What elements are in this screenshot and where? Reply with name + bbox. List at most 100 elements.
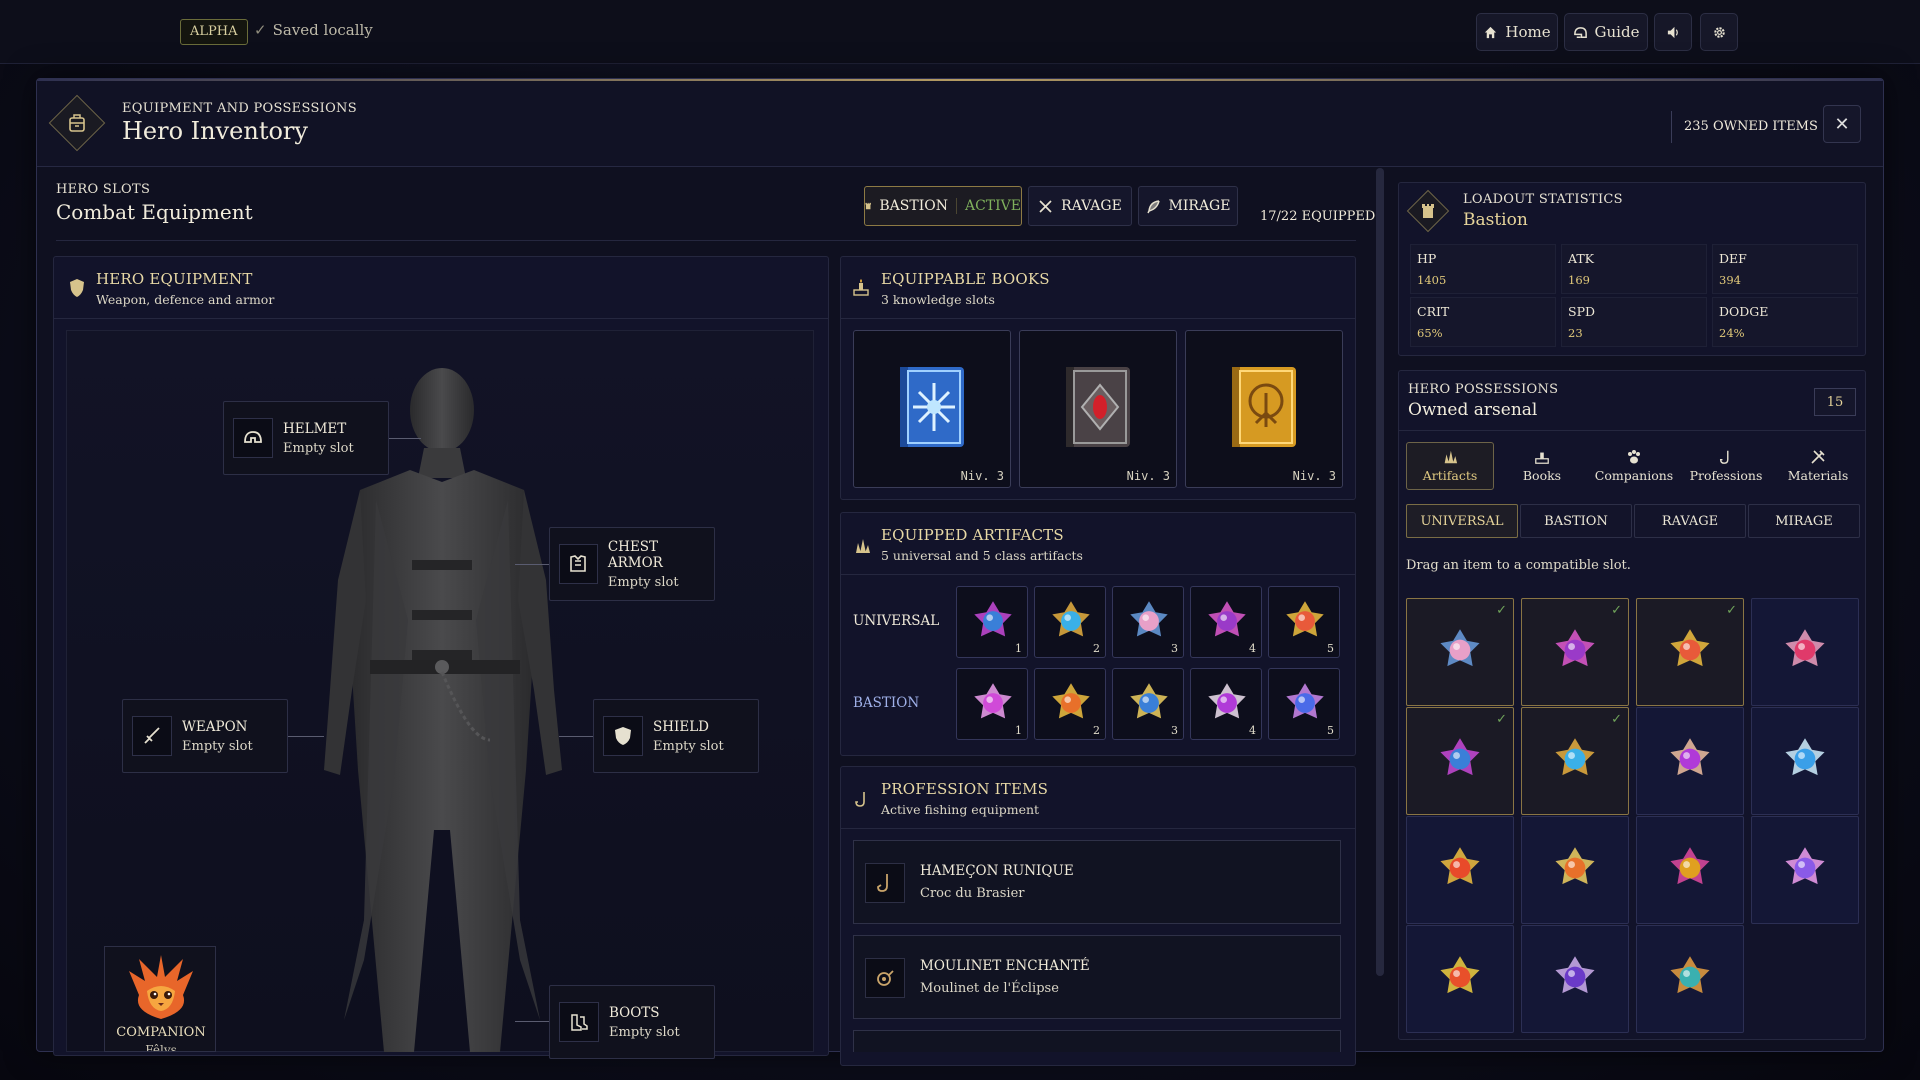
left-pane-scrollbar[interactable] — [1376, 168, 1384, 976]
owned-item[interactable] — [1751, 816, 1859, 924]
helmet-guide-icon — [1573, 26, 1587, 38]
artifact-slot[interactable]: 3 — [1112, 668, 1184, 740]
artifact-gem-icon — [1127, 681, 1171, 729]
boots-slot-name: BOOTS — [609, 1004, 660, 1021]
companion-slot[interactable]: COMPANION Fêlys — [104, 946, 216, 1052]
home-button[interactable]: Home — [1476, 13, 1558, 51]
artifact-gem-icon — [971, 599, 1015, 647]
stat-spd: SPD 23 — [1561, 297, 1707, 347]
artifact-slot[interactable]: 1 — [956, 668, 1028, 740]
tab-professions[interactable]: Professions — [1682, 442, 1770, 490]
owned-item[interactable]: ✓ — [1521, 598, 1629, 706]
owned-items-count: 235 OWNED ITEMS — [1671, 111, 1818, 143]
artifact-slot[interactable]: 3 — [1112, 586, 1184, 658]
book-slot-2[interactable]: Niv. 3 — [1019, 330, 1177, 488]
artifact-slot[interactable]: 2 — [1034, 668, 1106, 740]
artifact-slot[interactable]: 4 — [1190, 668, 1262, 740]
filter-universal[interactable]: UNIVERSAL — [1406, 504, 1518, 538]
owned-item[interactable] — [1751, 598, 1859, 706]
tab-ravage-label: RAVAGE — [1061, 198, 1122, 214]
scrollbar-thumb[interactable] — [1376, 168, 1384, 976]
tab-bastion-label: BASTION — [879, 198, 948, 214]
owned-item[interactable] — [1521, 816, 1629, 924]
profession-item-reel[interactable]: MOULINET ENCHANTÉ Moulinet de l'Éclipse — [853, 935, 1341, 1019]
golden-tree-book-icon — [1232, 367, 1296, 447]
tab-mirage[interactable]: MIRAGE — [1138, 186, 1238, 226]
artifact-slot-number: 4 — [1249, 724, 1256, 737]
book-slot-1[interactable]: Niv. 3 — [853, 330, 1011, 488]
shield-slot[interactable]: SHIELD Empty slot — [593, 699, 759, 773]
artifact-gem-icon — [971, 681, 1015, 729]
tab-artifacts[interactable]: Artifacts — [1406, 442, 1494, 490]
owned-item[interactable] — [1636, 925, 1744, 1033]
possessions-title: Owned arsenal — [1408, 400, 1538, 420]
books-title: EQUIPPABLE BOOKS — [881, 270, 1050, 288]
owned-item[interactable] — [1521, 925, 1629, 1033]
equipped-check-icon: ✓ — [1611, 712, 1622, 727]
filter-mirage[interactable]: MIRAGE — [1748, 504, 1860, 538]
home-icon — [1485, 26, 1497, 38]
artifact-slot[interactable]: 1 — [956, 586, 1028, 658]
filter-bastion[interactable]: BASTION — [1520, 504, 1632, 538]
equipped-check-icon: ✓ — [1496, 603, 1507, 618]
boots-slot[interactable]: BOOTS Empty slot — [549, 985, 715, 1059]
profession-item-partial[interactable] — [853, 1030, 1341, 1052]
settings-button[interactable] — [1700, 13, 1738, 51]
helmet-slot[interactable]: HELMET Empty slot — [223, 401, 389, 475]
sound-button[interactable] — [1654, 13, 1692, 51]
artifact-slot[interactable]: 4 — [1190, 586, 1262, 658]
owned-item[interactable]: ✓ — [1406, 707, 1514, 815]
owned-item[interactable]: ✓ — [1636, 598, 1744, 706]
connector-line — [515, 1021, 549, 1022]
equipped-count: 17/22 EQUIPPED — [1260, 209, 1376, 224]
stat-dodge: DODGE 24% — [1712, 297, 1858, 347]
sword-icon — [132, 716, 172, 756]
save-status: ✓ Saved locally — [254, 21, 373, 39]
paw-icon — [1628, 450, 1640, 464]
tab-ravage[interactable]: RAVAGE — [1028, 186, 1132, 226]
artifact-slot[interactable]: 2 — [1034, 586, 1106, 658]
artifact-row-label-universal: UNIVERSAL — [853, 613, 940, 629]
artifact-slot-number: 2 — [1093, 724, 1100, 737]
stat-hp: HP 1405 — [1410, 244, 1556, 294]
chest-armor-slot[interactable]: CHEST ARMOR Empty slot — [549, 527, 715, 601]
profession-item-hook[interactable]: HAMEÇON RUNIQUE Croc du Brasier — [853, 840, 1341, 924]
artifact-slot[interactable]: 5 — [1268, 668, 1340, 740]
weapon-slot-status: Empty slot — [182, 738, 253, 754]
possessions-count: 15 — [1814, 388, 1856, 416]
tab-companions[interactable]: Companions — [1590, 442, 1678, 490]
owned-item[interactable] — [1751, 707, 1859, 815]
tab-materials[interactable]: Materials — [1774, 442, 1862, 490]
stat-label: ATK — [1568, 251, 1595, 266]
helmet-icon — [233, 418, 273, 458]
artifact-gem-icon — [1552, 736, 1598, 786]
filter-ravage[interactable]: RAVAGE — [1634, 504, 1746, 538]
artifact-gem-icon — [1667, 954, 1713, 1004]
book-slot-3[interactable]: Niv. 3 — [1185, 330, 1343, 488]
drag-hint: Drag an item to a compatible slot. — [1406, 558, 1631, 573]
owned-item[interactable]: ✓ — [1406, 598, 1514, 706]
owned-item[interactable] — [1636, 707, 1744, 815]
artifact-gem-icon — [1205, 681, 1249, 729]
owned-item[interactable]: ✓ — [1521, 707, 1629, 815]
profession-item-sub: Moulinet de l'Éclipse — [920, 981, 1059, 996]
equipped-check-icon: ✓ — [1726, 603, 1737, 618]
divider — [1398, 430, 1866, 431]
weapon-slot[interactable]: WEAPON Empty slot — [122, 699, 288, 773]
shield-badge-icon — [69, 278, 85, 302]
loadout-kicker: LOADOUT STATISTICS — [1463, 192, 1623, 207]
hero-equipment-subtitle: Weapon, defence and armor — [96, 292, 275, 307]
artifact-slot[interactable]: 5 — [1268, 586, 1340, 658]
tab-bastion[interactable]: BASTION ACTIVE — [864, 186, 1022, 226]
artifact-gem-icon — [1437, 736, 1483, 786]
owned-item[interactable] — [1636, 816, 1744, 924]
tab-books[interactable]: Books — [1498, 442, 1586, 490]
owned-item[interactable] — [1406, 816, 1514, 924]
guide-button[interactable]: Guide — [1564, 13, 1648, 51]
crossed-swords-icon — [1039, 199, 1052, 213]
books-subtitle: 3 knowledge slots — [881, 292, 995, 307]
owned-item[interactable] — [1406, 925, 1514, 1033]
close-button[interactable]: ✕ — [1823, 105, 1861, 143]
ice-snowflake-book-icon — [900, 367, 964, 447]
feather-icon — [1146, 199, 1160, 213]
